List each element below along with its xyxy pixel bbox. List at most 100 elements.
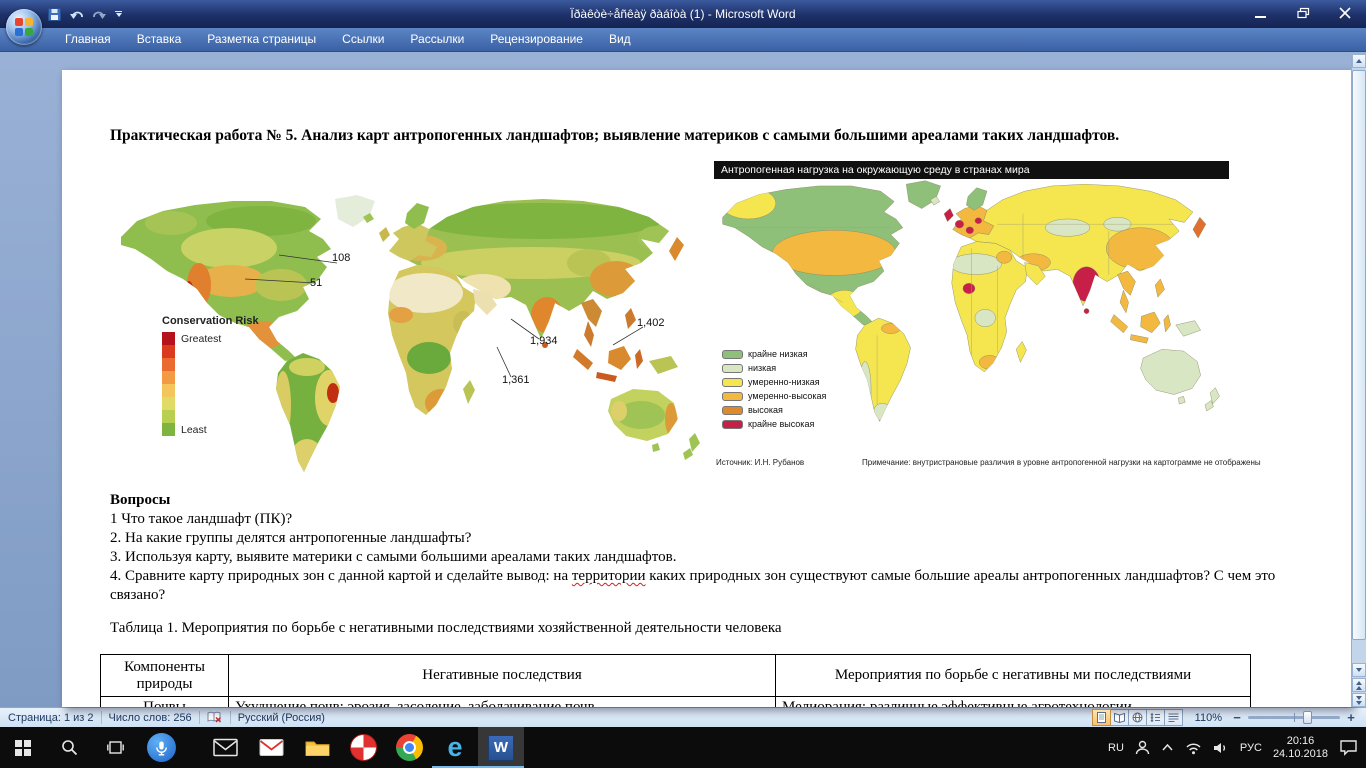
table-header-cell[interactable]: Мероприятия по борьбе с негативны ми пос…: [776, 655, 1251, 697]
map-annotation: 1,402: [637, 317, 665, 329]
window-controls: [1248, 3, 1358, 23]
page-indicator[interactable]: Страница: 1 из 2: [8, 712, 94, 724]
word-count[interactable]: Число слов: 256: [109, 712, 192, 724]
tray-clock[interactable]: 20:16 24.10.2018: [1273, 735, 1328, 761]
yandex-browser-button[interactable]: [340, 727, 386, 768]
chrome-icon: [396, 734, 423, 761]
previous-page-icon[interactable]: [1352, 678, 1366, 692]
yandex-mail-app-button[interactable]: [248, 727, 294, 768]
tab-review[interactable]: Рецензирование: [477, 28, 596, 51]
legend-swatch: [162, 397, 175, 410]
draft-view-icon[interactable]: [1164, 709, 1183, 726]
table-cell[interactable]: Почвы: [101, 697, 229, 708]
mail-app-button[interactable]: [202, 727, 248, 768]
maps-row: Conservation Risk Greatest Least 108 51 …: [110, 159, 1312, 479]
file-explorer-button[interactable]: [294, 727, 340, 768]
question-item[interactable]: 3. Используя карту, выявите материки с с…: [110, 548, 1285, 567]
questions-title[interactable]: Вопросы: [110, 491, 1285, 510]
conservation-risk-legend: Conservation Risk Greatest Least: [162, 315, 259, 436]
taskbar-gap: [184, 727, 202, 768]
tray-language-rus[interactable]: РУС: [1240, 742, 1262, 754]
tray-people-icon[interactable]: [1135, 740, 1150, 755]
legend-title: Conservation Risk: [162, 315, 259, 327]
conservation-risk-map[interactable]: Conservation Risk Greatest Least 108 51 …: [110, 159, 712, 479]
ribbon-tab-row: Главная Вставка Разметка страницы Ссылки…: [0, 28, 1366, 52]
search-button[interactable]: [46, 727, 92, 768]
language-indicator[interactable]: Русский (Россия): [238, 712, 325, 724]
start-button[interactable]: [0, 727, 46, 768]
question-item[interactable]: 4. Сравните карту природных зон с данной…: [110, 567, 1285, 605]
legend-swatch: [162, 410, 175, 423]
outline-view-icon[interactable]: [1146, 709, 1165, 726]
minimize-icon[interactable]: [1248, 3, 1274, 23]
table-header-cell[interactable]: Негативные последствия: [229, 655, 776, 697]
document-heading[interactable]: Практическая работа № 5. Анализ карт ант…: [110, 127, 1312, 145]
task-view-icon: [107, 740, 124, 755]
fullscreen-reading-view-icon[interactable]: [1110, 709, 1129, 726]
na-region: [721, 186, 903, 325]
separator: [101, 711, 102, 724]
map-annotation: 1,361: [502, 374, 530, 386]
legend-swatch: [162, 345, 175, 358]
anthropogenic-load-map[interactable]: Антропогенная нагрузка на окружающую сре…: [714, 161, 1229, 479]
next-page-icon[interactable]: [1352, 693, 1366, 707]
vertical-scrollbar[interactable]: [1351, 54, 1366, 707]
close-icon[interactable]: [1332, 3, 1358, 23]
tab-mailings[interactable]: Рассылки: [397, 28, 477, 51]
document-page[interactable]: Практическая работа № 5. Анализ карт ант…: [62, 70, 1352, 707]
restore-icon[interactable]: [1290, 3, 1316, 23]
web-layout-view-icon[interactable]: [1128, 709, 1147, 726]
measures-table[interactable]: Компоненты природы Негативные последстви…: [100, 654, 1251, 707]
zoom-level[interactable]: 110%: [1195, 712, 1222, 724]
microphone-icon: [147, 733, 176, 762]
print-layout-view-icon[interactable]: [1092, 709, 1111, 726]
europe-region: [930, 188, 994, 238]
yandex-browser-icon: [350, 734, 377, 761]
continent-south-america: [275, 353, 343, 475]
chrome-button[interactable]: [386, 727, 432, 768]
scroll-down-icon[interactable]: [1352, 663, 1366, 677]
word-taskbar-button[interactable]: W: [478, 727, 524, 768]
tray-language-ru[interactable]: RU: [1108, 742, 1124, 754]
legend-swatch: [722, 392, 743, 401]
zoom-slider-thumb[interactable]: [1303, 711, 1312, 724]
map-captions: Источник: И.Н. Рубанов Примечание: внутр…: [714, 458, 1229, 470]
mail-icon: [213, 738, 238, 757]
tray-volume-icon[interactable]: [1213, 741, 1229, 755]
office-button-icon[interactable]: [6, 9, 42, 45]
question-item[interactable]: 2. На какие группы делятся антропогенные…: [110, 529, 1285, 548]
legend-swatch: [162, 371, 175, 384]
tray-chevron-up-icon[interactable]: [1161, 743, 1174, 752]
edge-button[interactable]: e: [432, 727, 478, 768]
legend-item: умеренно-низкая: [722, 375, 826, 389]
tray-network-icon[interactable]: [1185, 740, 1202, 755]
tab-home[interactable]: Главная: [52, 28, 124, 51]
tab-view[interactable]: Вид: [596, 28, 644, 51]
zoom-slider[interactable]: [1248, 716, 1340, 719]
document-area: Практическая работа № 5. Анализ карт ант…: [0, 52, 1366, 707]
proofing-errors-icon[interactable]: [207, 711, 223, 724]
cortana-mic-button[interactable]: [138, 727, 184, 768]
tab-references[interactable]: Ссылки: [329, 28, 397, 51]
zoom-in-icon[interactable]: +: [1344, 711, 1358, 725]
legend-swatch: [722, 378, 743, 387]
task-view-button[interactable]: [92, 727, 138, 768]
separator: [199, 711, 200, 724]
tab-insert[interactable]: Вставка: [124, 28, 195, 51]
window-title: Ïðàêòè÷åñêàÿ ðàáîòà (1) - Microsoft Word: [0, 7, 1366, 21]
question-item[interactable]: 1 Что такое ландшафт (ПК)?: [110, 510, 1285, 529]
australia-region: [1141, 349, 1220, 411]
table-cell[interactable]: Ухудшение почв: эрозия, засоление, забол…: [229, 697, 776, 708]
tray-time: 20:16: [1273, 735, 1328, 748]
table-caption[interactable]: Таблица 1. Мероприятия по борьбе с негат…: [110, 620, 1312, 637]
legend-label-greatest: Greatest: [181, 333, 221, 345]
table-header-cell[interactable]: Компоненты природы: [101, 655, 229, 697]
action-center-icon[interactable]: [1339, 739, 1358, 756]
table-cell[interactable]: Мелиорация: различные эффективные агроте…: [776, 697, 1251, 708]
scroll-up-icon[interactable]: [1352, 54, 1366, 68]
anthropogenic-legend: крайне низкая низкая умеренно-низкая уме…: [722, 347, 826, 431]
tab-page-layout[interactable]: Разметка страницы: [194, 28, 329, 51]
map-annotation: 1,934: [530, 335, 558, 347]
scrollbar-thumb[interactable]: [1352, 70, 1366, 640]
zoom-out-icon[interactable]: −: [1230, 711, 1244, 725]
